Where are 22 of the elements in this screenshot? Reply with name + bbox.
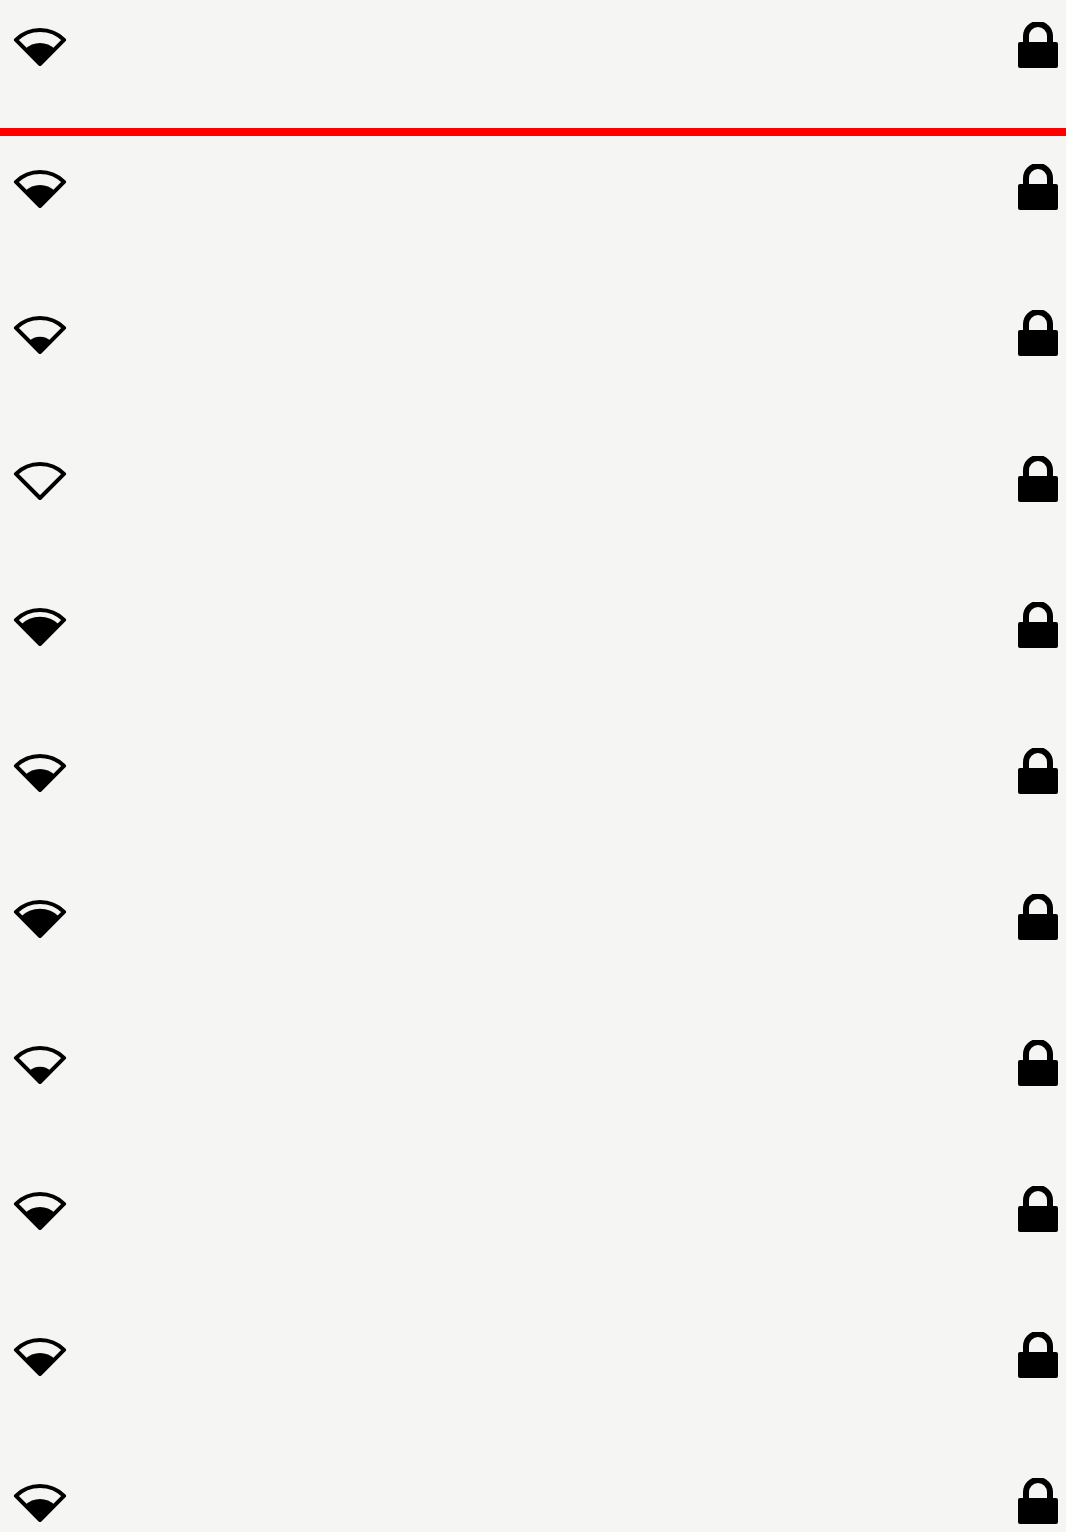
wifi-signal-icon (12, 602, 68, 646)
wifi-signal-icon (12, 310, 68, 354)
lock-icon (1016, 748, 1060, 796)
wifi-signal-icon (12, 164, 68, 208)
wifi-signal-icon (12, 1332, 68, 1376)
lock-icon (1016, 1332, 1060, 1380)
wifi-signal-icon (12, 1040, 68, 1084)
lock-icon (1016, 310, 1060, 358)
wifi-signal-icon (12, 1186, 68, 1230)
lock-icon (1016, 1478, 1060, 1526)
wifi-signal-icon (12, 894, 68, 938)
lock-icon (1016, 1040, 1060, 1088)
wifi-signal-icon (12, 22, 68, 66)
wifi-signal-icon (12, 748, 68, 792)
lock-icon (1016, 1186, 1060, 1234)
lock-icon (1016, 894, 1060, 942)
lock-icon (1016, 456, 1060, 504)
lock-icon (1016, 22, 1060, 70)
lock-icon (1016, 602, 1060, 650)
wifi-signal-icon (12, 1478, 68, 1522)
lock-icon (1016, 164, 1060, 212)
wifi-signal-icon (12, 456, 68, 500)
